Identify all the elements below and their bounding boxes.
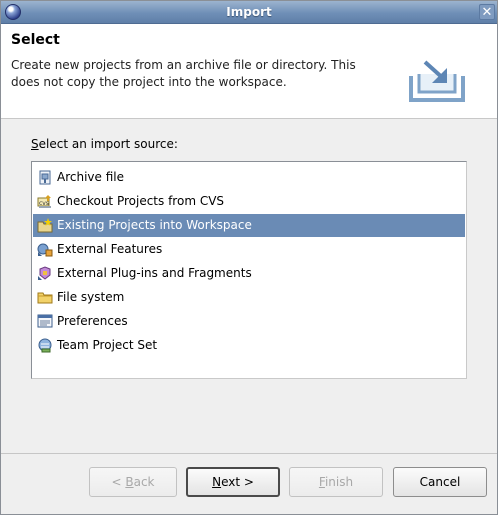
list-item-label: Existing Projects into Workspace: [57, 218, 252, 232]
list-item-label: External Plug-ins and Fragments: [57, 266, 252, 280]
list-item-preferences[interactable]: Preferences: [33, 310, 465, 333]
list-item-label: Archive file: [57, 170, 124, 184]
next-button[interactable]: Next >: [186, 467, 280, 497]
list-item-label: Preferences: [57, 314, 128, 328]
back-button[interactable]: < Back: [89, 467, 177, 497]
finish-button[interactable]: Finish: [289, 467, 383, 497]
svg-text:cvs: cvs: [39, 200, 49, 207]
team-icon: [38, 338, 52, 353]
list-item-existing-projects[interactable]: Existing Projects into Workspace: [33, 214, 465, 237]
project-folder-icon: [37, 218, 53, 233]
list-item-label: Checkout Projects from CVS: [57, 194, 225, 208]
list-item-label: Team Project Set: [57, 338, 158, 352]
button-bar-separator: [1, 453, 497, 454]
list-item-external-features[interactable]: External Features: [33, 238, 465, 261]
import-wizard-icon: [409, 60, 465, 102]
import-source-list[interactable]: Archive file cvs Checkout Projects from …: [31, 161, 467, 379]
page-description: Create new projects from an archive file…: [11, 58, 356, 89]
archive-file-icon: [39, 170, 51, 185]
window-title: Import: [226, 5, 272, 19]
list-item-label: External Features: [57, 242, 163, 256]
cvs-icon: cvs: [37, 195, 51, 208]
preferences-icon: [37, 314, 53, 328]
list-item-team-project-set[interactable]: Team Project Set: [33, 334, 465, 357]
list-item-checkout-cvs[interactable]: cvs Checkout Projects from CVS: [33, 190, 465, 213]
features-icon: [37, 243, 53, 257]
list-item-archive-file[interactable]: Archive file: [33, 166, 465, 189]
folder-icon: [37, 292, 53, 304]
list-item-file-system[interactable]: File system: [33, 286, 465, 309]
import-dialog: Import ✕ Select Create new projects from…: [0, 0, 498, 515]
import-source-label: Select an import source:: [31, 137, 178, 151]
close-button[interactable]: ✕: [479, 4, 495, 20]
close-icon: ✕: [481, 5, 493, 20]
cancel-button[interactable]: Cancel: [393, 467, 487, 497]
list-item-external-plugins[interactable]: External Plug-ins and Fragments: [33, 262, 465, 285]
wizard-header: Select Create new projects from an archi…: [1, 24, 497, 119]
title-bar[interactable]: Import ✕: [1, 1, 497, 24]
list-item-label: File system: [57, 290, 125, 304]
page-title: Select: [11, 32, 60, 48]
plugin-icon: [38, 266, 51, 280]
